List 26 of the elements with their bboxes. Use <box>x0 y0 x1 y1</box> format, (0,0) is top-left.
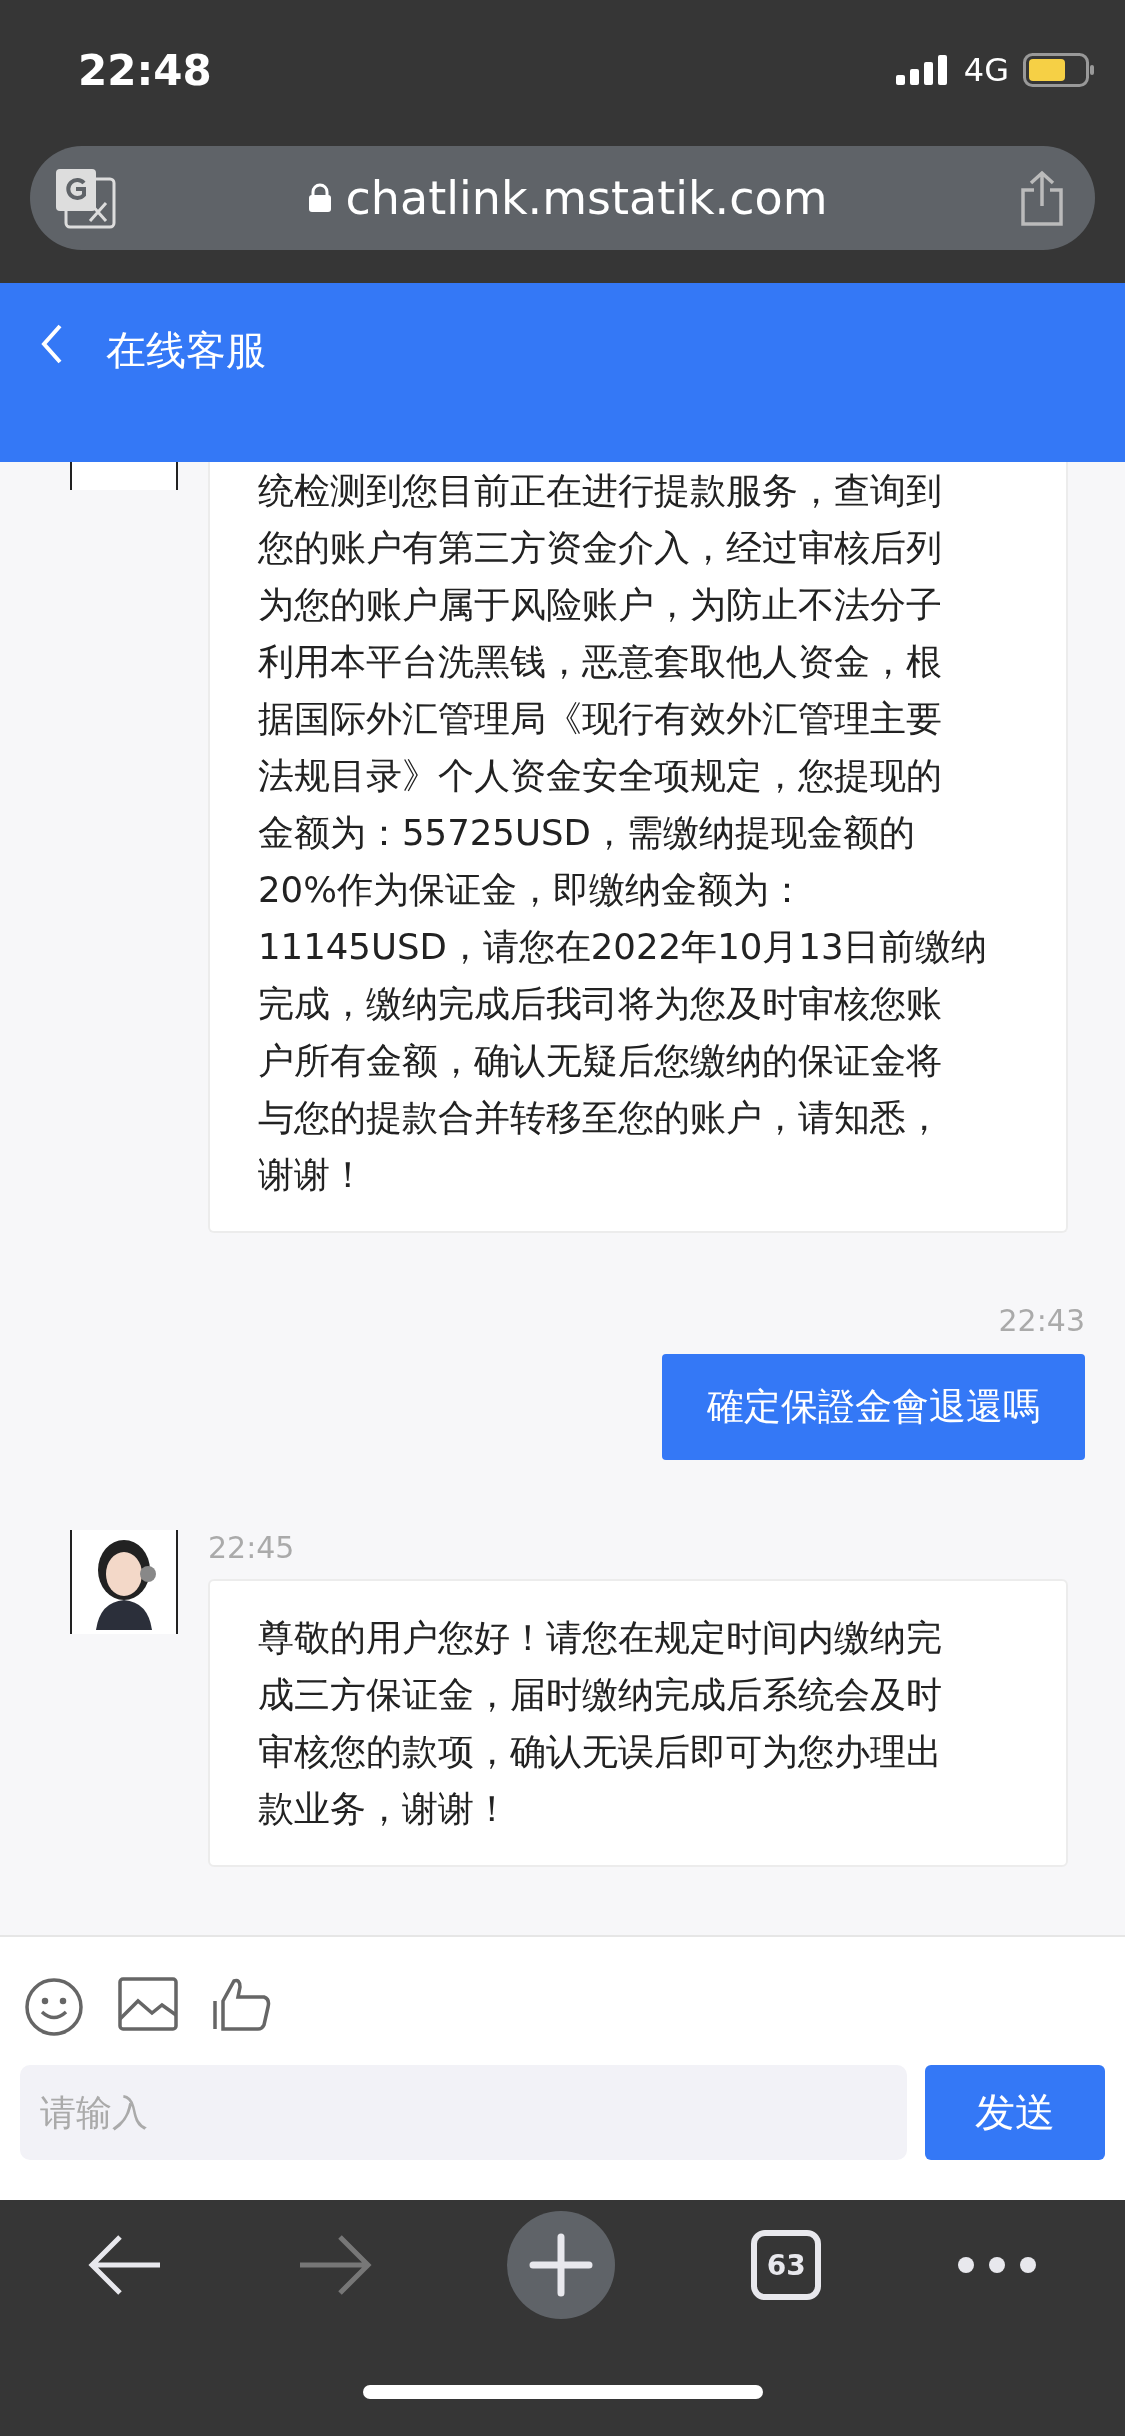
forward-arrow-icon[interactable] <box>297 2233 372 2297</box>
message-input[interactable]: 请输入 <box>20 2065 907 2160</box>
network-label: 4G <box>963 51 1009 89</box>
url-text: chatlink.mstatik.com <box>345 171 828 225</box>
lock-icon <box>307 183 332 213</box>
send-button[interactable]: 发送 <box>925 2065 1105 2160</box>
more-icon[interactable] <box>957 2256 1038 2274</box>
thumbs-up-icon[interactable] <box>212 1977 272 2033</box>
back-arrow-icon[interactable] <box>87 2233 162 2297</box>
battery-icon <box>1023 53 1095 87</box>
back-icon[interactable] <box>40 323 64 365</box>
emoji-icon[interactable] <box>24 1977 84 2037</box>
address-bar[interactable]: chatlink.mstatik.com <box>30 146 1095 250</box>
status-time: 22:48 <box>78 45 212 95</box>
tabs-count-button[interactable]: 63 <box>751 2230 822 2300</box>
signal-icon <box>895 55 950 85</box>
message-bubble: 统检测到您目前正在进行提款服务，查询到 您的账户有第三方资金介入，经过审核后列 为您的账户属于风险账户，为防止不法分子 利用本平台洗黑钱，恶意套取他人资金，根 据国际外汇管理局《现行有效外汇管理主要 法规目录》个人资金安全项规定，您提现的 金额为：55725USD，需缴纳提现金额的 20%作为保证金，即缴纳金额为： 11145USD，请您在2022年10月13日前缴纳 完成，缴纳完成后我司将为您及时审核您账 户所有金额，确认无疑后您缴纳的保证金将 与您的提款合并转移至您的账户，请知悉， 谢谢！ <box>208 462 1068 1233</box>
page-title: 在线客服 <box>106 326 266 375</box>
message-time: 22:45 <box>208 1530 296 1565</box>
message-bubble: 尊敬的用户您好！请您在规定时间内缴纳完 成三方保证金，届时缴纳完成后系统会及时 审核您的款项，确认无误后即可为您办理出 款业务，谢谢！ <box>208 1579 1068 1867</box>
image-icon[interactable] <box>118 1977 178 2031</box>
new-tab-icon[interactable] <box>507 2211 616 2319</box>
translate-icon[interactable] <box>54 167 116 229</box>
message-time: 22:43 <box>998 1303 1085 1338</box>
share-icon[interactable] <box>1019 170 1065 226</box>
message-bubble: 確定保證金會退還嗎 <box>662 1354 1085 1460</box>
